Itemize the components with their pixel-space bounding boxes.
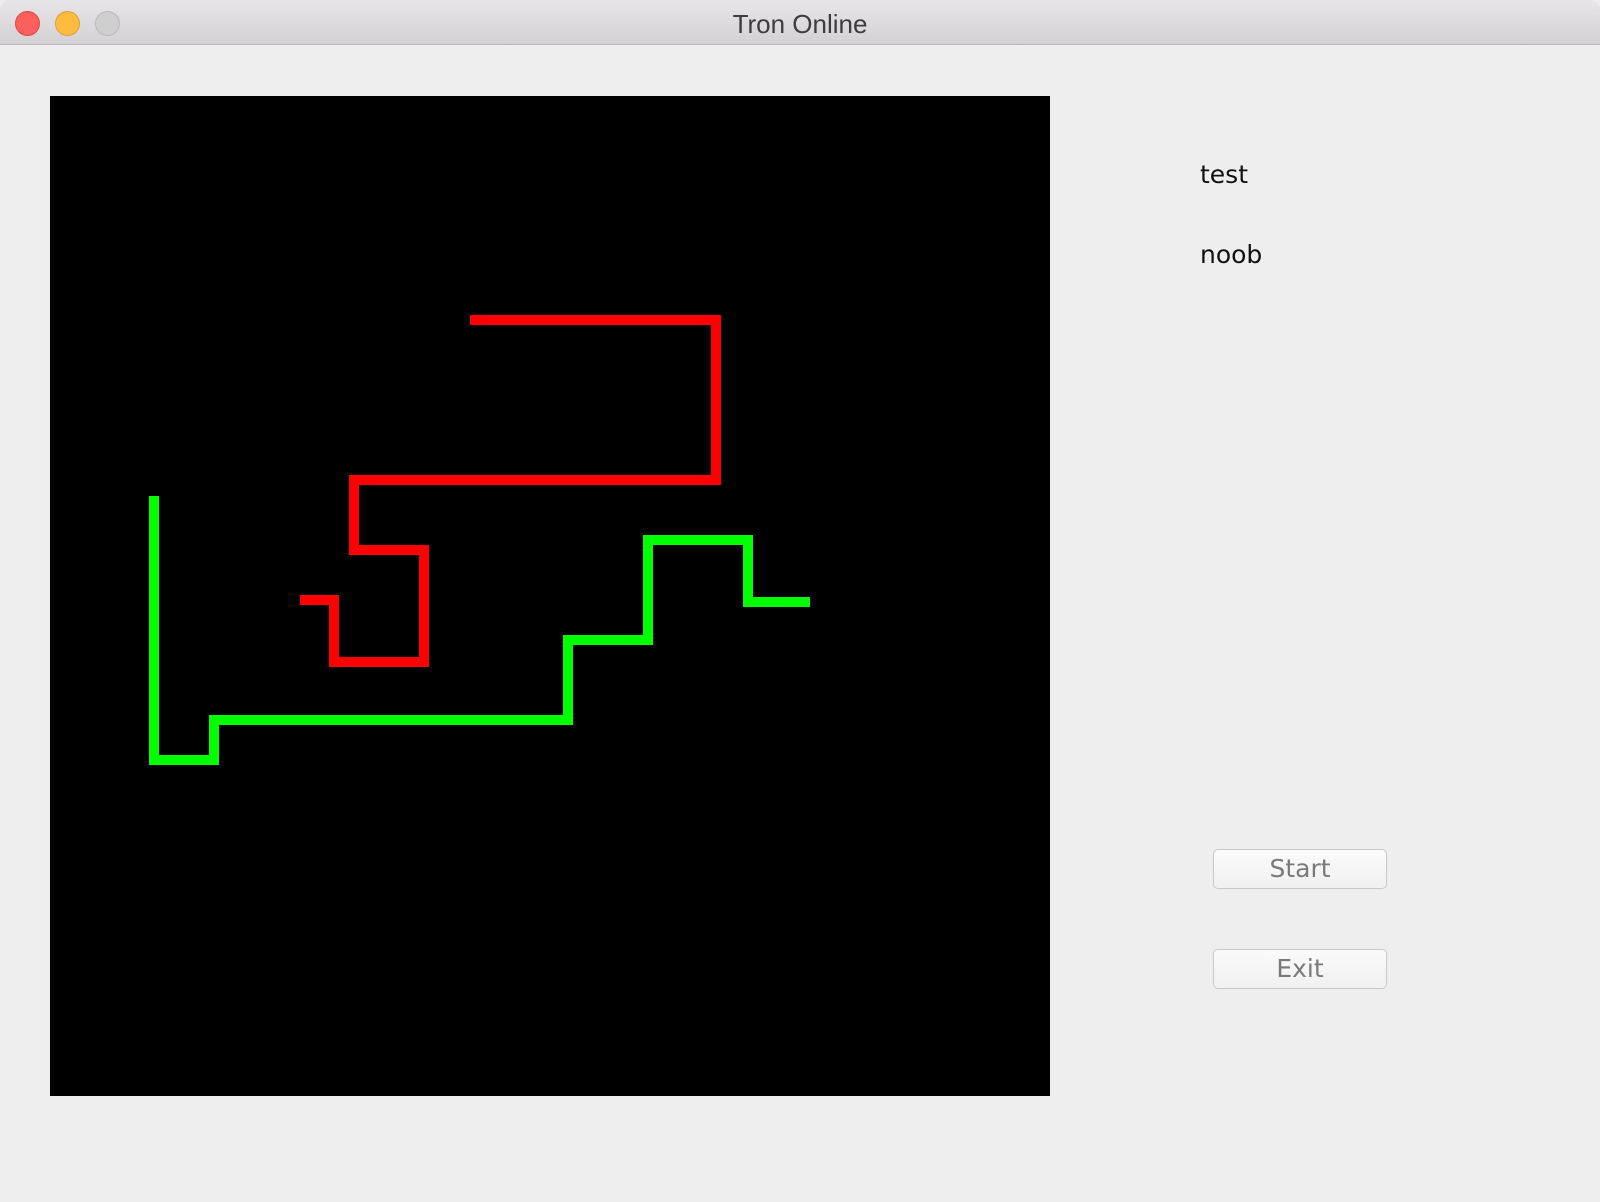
trail-test [300,315,721,667]
title-bar[interactable]: Tron Online [0,0,1600,45]
game-board-canvas [149,315,810,765]
exit-button[interactable]: Exit [1213,949,1387,989]
player-2-name: noob [1200,240,1263,269]
game-board[interactable] [50,96,1050,1096]
start-button[interactable]: Start [1213,849,1387,889]
player-1-name: test [1200,160,1249,189]
app-window: Tron Online test noob Start Exit [0,0,1600,1202]
trail-noob [149,496,810,765]
window-title: Tron Online [732,9,868,39]
